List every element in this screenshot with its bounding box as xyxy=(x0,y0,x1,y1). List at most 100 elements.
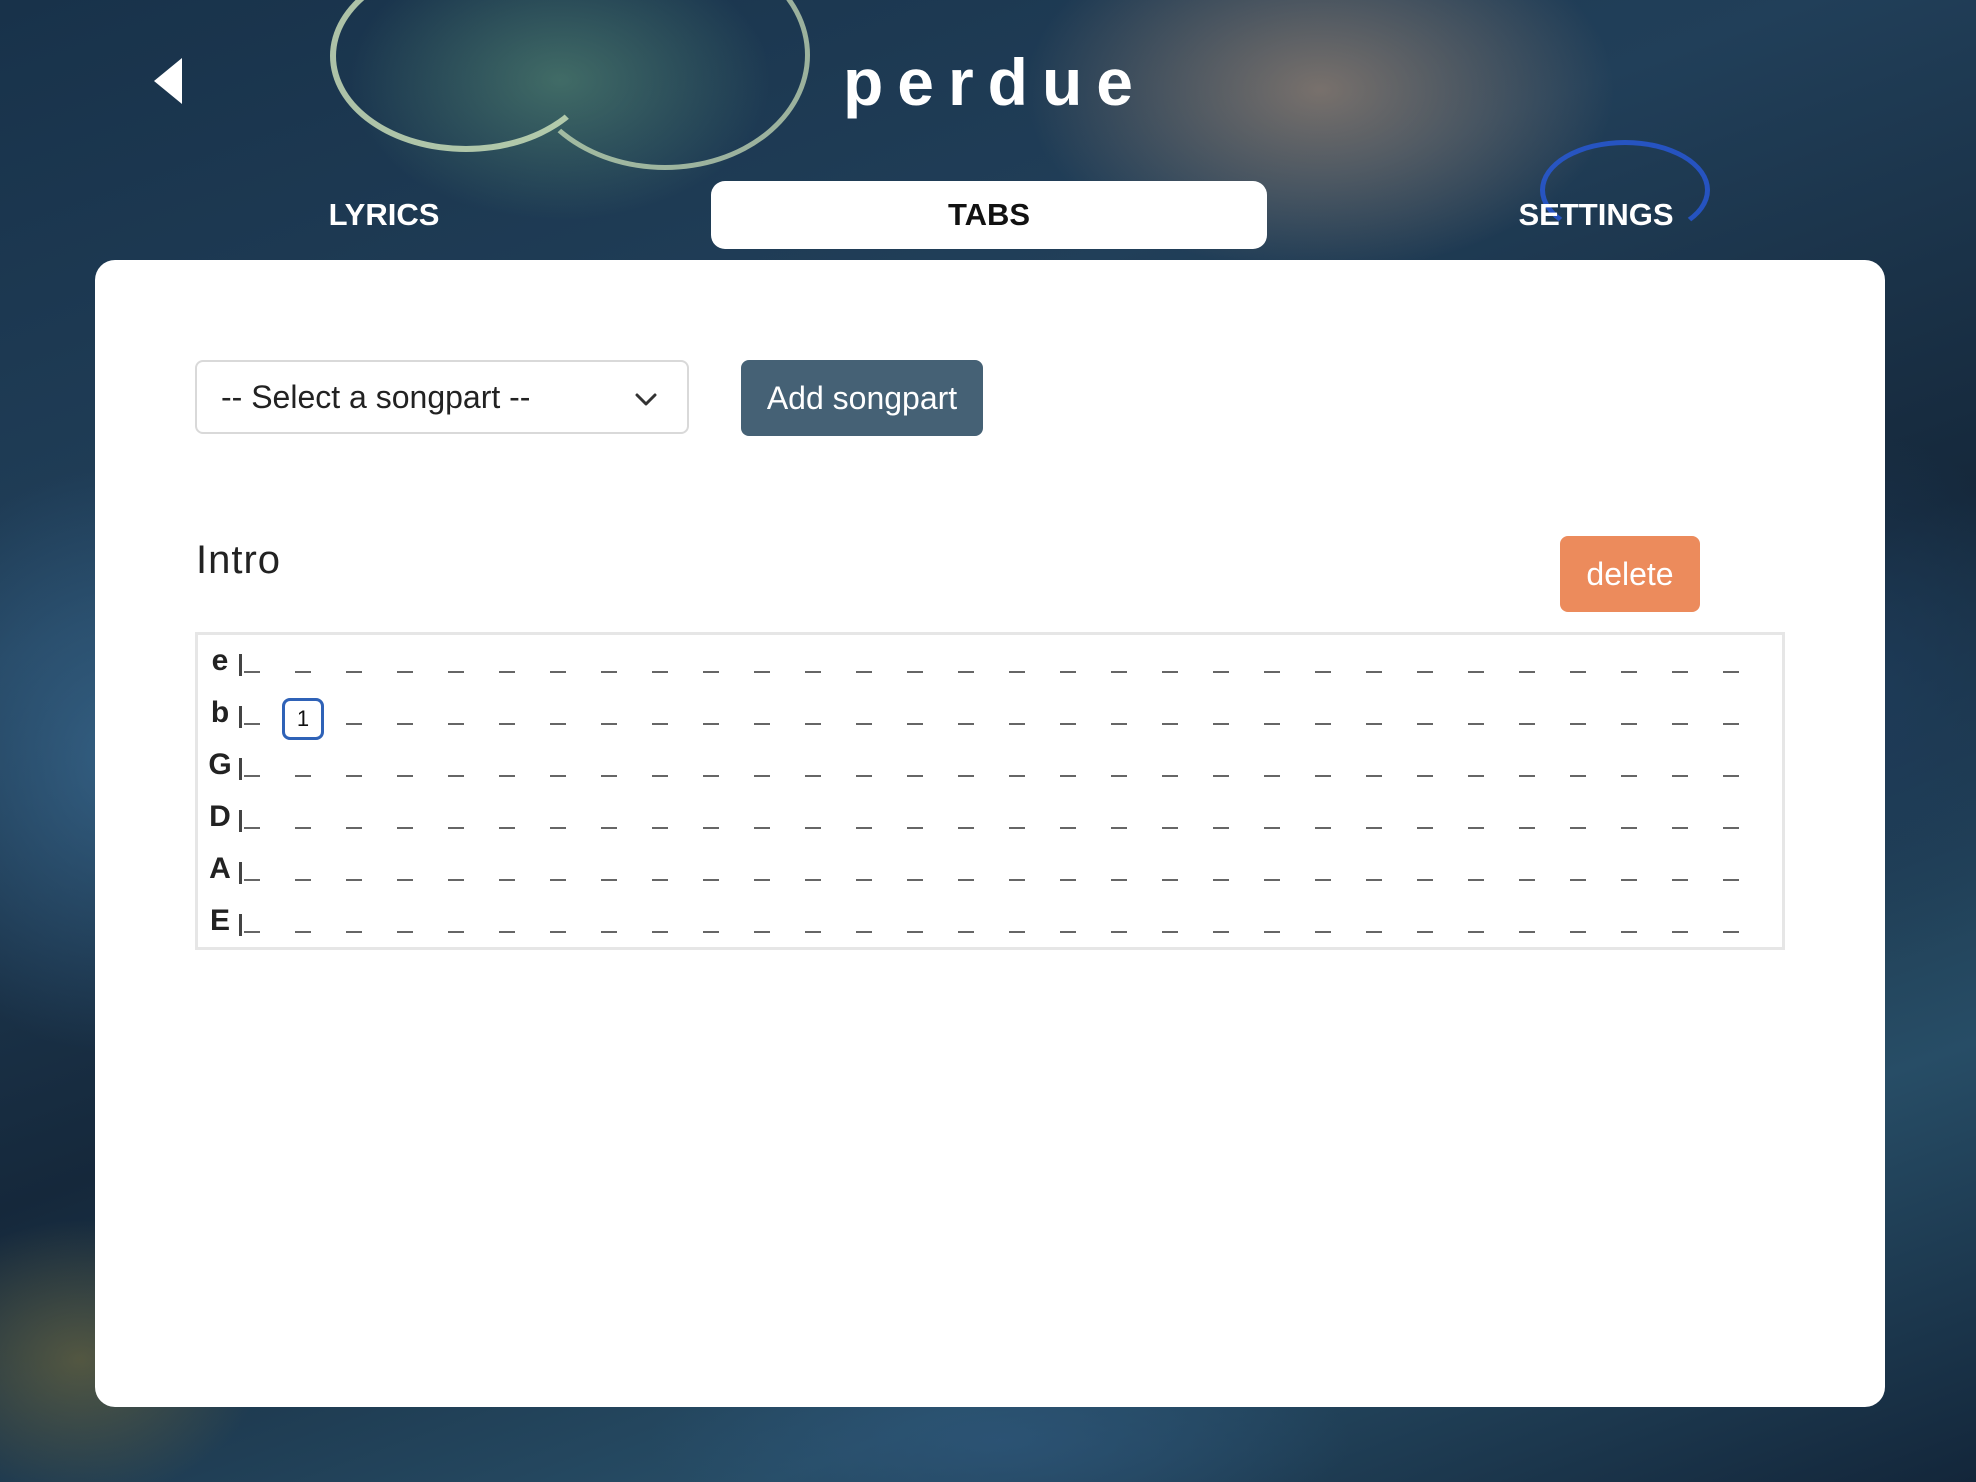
tab-slot[interactable] xyxy=(537,854,579,896)
tab-slot[interactable] xyxy=(792,750,834,792)
tab-slot[interactable] xyxy=(1404,802,1446,844)
tab-slot[interactable] xyxy=(843,906,885,948)
tab-slot[interactable] xyxy=(588,646,630,688)
tab-slot[interactable] xyxy=(792,906,834,948)
tab-slot[interactable] xyxy=(996,750,1038,792)
tab-slot[interactable] xyxy=(1353,854,1395,896)
tab-slot[interactable] xyxy=(894,906,936,948)
tab-slot[interactable] xyxy=(792,802,834,844)
tab-slot[interactable] xyxy=(1149,646,1191,688)
tab-slot[interactable] xyxy=(435,698,477,740)
tab-slot[interactable] xyxy=(1404,646,1446,688)
tab-slot[interactable] xyxy=(639,854,681,896)
tab-slot[interactable] xyxy=(1506,646,1548,688)
tab-slot[interactable] xyxy=(435,750,477,792)
tab-slot[interactable] xyxy=(588,802,630,844)
tab-slot[interactable] xyxy=(741,698,783,740)
tab-slot[interactable] xyxy=(1302,750,1344,792)
tab-settings[interactable]: SETTINGS xyxy=(1318,181,1874,249)
tab-slot[interactable] xyxy=(1506,802,1548,844)
tab-slot[interactable] xyxy=(843,802,885,844)
tab-slot[interactable] xyxy=(1098,750,1140,792)
tab-slot[interactable] xyxy=(1353,802,1395,844)
tab-slot[interactable] xyxy=(1149,854,1191,896)
tab-slot[interactable] xyxy=(1659,698,1701,740)
tab-slot[interactable] xyxy=(1302,646,1344,688)
tab-slot[interactable] xyxy=(690,750,732,792)
tab-slot[interactable] xyxy=(1710,646,1752,688)
tab-slot[interactable] xyxy=(1557,646,1599,688)
tab-slot[interactable] xyxy=(1047,906,1089,948)
tab-slot[interactable] xyxy=(945,802,987,844)
tab-slot[interactable] xyxy=(1557,854,1599,896)
tab-slot[interactable] xyxy=(384,854,426,896)
tab-slot[interactable] xyxy=(231,698,273,740)
tab-slot[interactable] xyxy=(537,906,579,948)
tab-slot[interactable] xyxy=(945,854,987,896)
tab-slot[interactable] xyxy=(792,854,834,896)
tab-slot[interactable] xyxy=(792,698,834,740)
tab-slot[interactable] xyxy=(486,646,528,688)
tab-slot[interactable] xyxy=(1098,854,1140,896)
tab-slot[interactable] xyxy=(639,750,681,792)
tab-slot[interactable] xyxy=(588,906,630,948)
tab-slot[interactable] xyxy=(1047,802,1089,844)
tab-slot[interactable] xyxy=(1353,698,1395,740)
tab-slot[interactable] xyxy=(741,750,783,792)
tab-slot[interactable] xyxy=(1251,750,1293,792)
tab-slot[interactable] xyxy=(486,802,528,844)
tab-slot[interactable] xyxy=(384,646,426,688)
tab-slot[interactable] xyxy=(1047,698,1089,740)
tab-slot[interactable] xyxy=(639,698,681,740)
tab-slot[interactable] xyxy=(1251,698,1293,740)
tab-slot[interactable] xyxy=(1200,750,1242,792)
tab-slot[interactable] xyxy=(996,646,1038,688)
tab-slot[interactable] xyxy=(486,854,528,896)
tab-slot[interactable] xyxy=(1710,750,1752,792)
tab-slot[interactable] xyxy=(945,906,987,948)
tab-slot[interactable] xyxy=(1608,906,1650,948)
tab-slot[interactable] xyxy=(1302,854,1344,896)
tab-slot[interactable] xyxy=(1710,906,1752,948)
tab-slot[interactable] xyxy=(384,906,426,948)
tab-slot[interactable] xyxy=(996,906,1038,948)
tab-slot[interactable] xyxy=(1608,646,1650,688)
tab-slot[interactable] xyxy=(894,646,936,688)
delete-button[interactable]: delete xyxy=(1560,536,1700,612)
tab-slot[interactable] xyxy=(537,646,579,688)
tab-slot[interactable] xyxy=(486,906,528,948)
tab-slot[interactable] xyxy=(690,646,732,688)
tab-slot[interactable] xyxy=(1353,646,1395,688)
tab-slot[interactable] xyxy=(231,802,273,844)
tab-slot[interactable] xyxy=(1251,906,1293,948)
tab-slot[interactable] xyxy=(333,750,375,792)
tab-slot[interactable] xyxy=(639,906,681,948)
tab-slot[interactable] xyxy=(1200,906,1242,948)
tab-slot[interactable] xyxy=(741,802,783,844)
tab-slot[interactable] xyxy=(1557,698,1599,740)
tab-slot[interactable] xyxy=(435,906,477,948)
tab-slot[interactable] xyxy=(435,854,477,896)
tab-slot[interactable] xyxy=(1557,802,1599,844)
tab-slot[interactable] xyxy=(996,802,1038,844)
tab-slot[interactable] xyxy=(1659,646,1701,688)
tab-slot[interactable] xyxy=(690,802,732,844)
tab-slot[interactable] xyxy=(486,698,528,740)
tab-slot[interactable] xyxy=(1659,854,1701,896)
add-songpart-button[interactable]: Add songpart xyxy=(741,360,983,436)
tab-slot[interactable] xyxy=(333,854,375,896)
tab-slot[interactable] xyxy=(1098,906,1140,948)
tab-slot[interactable] xyxy=(1710,802,1752,844)
tab-slot[interactable] xyxy=(1455,646,1497,688)
tab-slot[interactable] xyxy=(1557,906,1599,948)
tab-slot[interactable] xyxy=(996,698,1038,740)
tab-slot[interactable] xyxy=(1506,854,1548,896)
tab-slot[interactable] xyxy=(1404,750,1446,792)
tab-slot[interactable] xyxy=(588,854,630,896)
tab-slot[interactable] xyxy=(537,698,579,740)
tab-slot[interactable] xyxy=(1047,646,1089,688)
tab-slot[interactable] xyxy=(1302,906,1344,948)
tab-slot[interactable] xyxy=(1098,802,1140,844)
tab-slot[interactable] xyxy=(231,646,273,688)
tab-slot[interactable] xyxy=(1251,854,1293,896)
